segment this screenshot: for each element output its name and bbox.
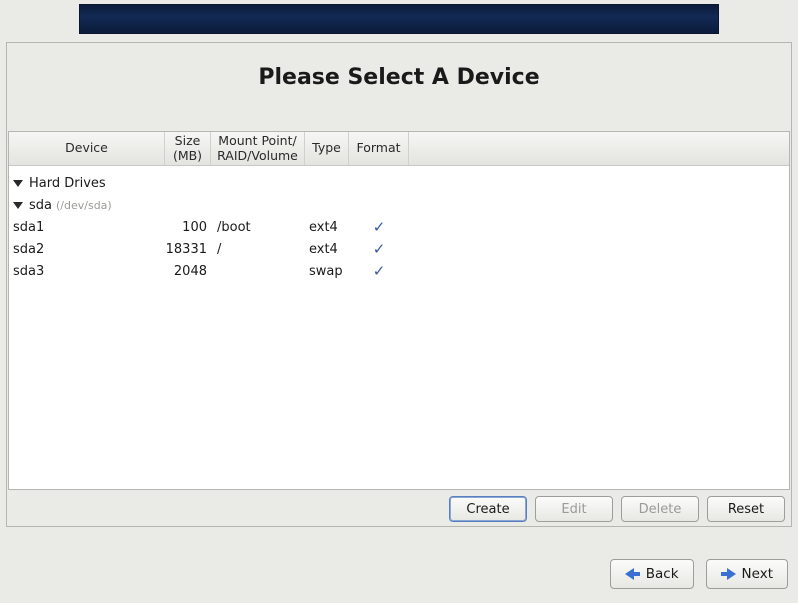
partition-row[interactable]: sda2 18331 / ext4 ✓ xyxy=(9,238,789,260)
partition-type: ext4 xyxy=(305,220,349,235)
partition-name: sda3 xyxy=(13,264,44,279)
col-mount[interactable]: Mount Point/ RAID/Volume xyxy=(211,132,305,165)
disk-row-sda[interactable]: sda (/dev/sda) xyxy=(9,194,789,216)
col-format[interactable]: Format xyxy=(349,132,409,165)
format-check-icon: ✓ xyxy=(349,240,409,258)
group-row-hard-drives[interactable]: Hard Drives xyxy=(9,172,789,194)
partition-size: 100 xyxy=(165,220,211,235)
device-panel: Please Select A Device Device Size (MB) … xyxy=(6,42,792,527)
nav-buttons: Back Next xyxy=(610,559,788,589)
format-check-icon: ✓ xyxy=(349,218,409,236)
create-button[interactable]: Create xyxy=(449,496,527,522)
delete-button: Delete xyxy=(621,496,699,522)
edit-button: Edit xyxy=(535,496,613,522)
partition-size: 18331 xyxy=(165,242,211,257)
expander-icon[interactable] xyxy=(13,180,23,187)
partition-type: swap xyxy=(305,264,349,279)
partition-mount: /boot xyxy=(211,220,305,235)
partition-name: sda1 xyxy=(13,220,44,235)
partition-mount: / xyxy=(211,242,305,257)
header-banner xyxy=(79,4,719,34)
col-type[interactable]: Type xyxy=(305,132,349,165)
page-title: Please Select A Device xyxy=(7,43,791,108)
table-body: Hard Drives sda (/dev/sda) sda1 100 /boo… xyxy=(9,166,789,282)
arrow-left-icon xyxy=(625,568,640,580)
partition-row[interactable]: sda1 100 /boot ext4 ✓ xyxy=(9,216,789,238)
table-header: Device Size (MB) Mount Point/ RAID/Volum… xyxy=(9,132,789,166)
partition-name: sda2 xyxy=(13,242,44,257)
format-check-icon: ✓ xyxy=(349,262,409,280)
next-label: Next xyxy=(742,566,773,582)
disk-path: (/dev/sda) xyxy=(56,199,112,212)
partition-size: 2048 xyxy=(165,264,211,279)
col-device[interactable]: Device xyxy=(9,132,165,165)
device-table: Device Size (MB) Mount Point/ RAID/Volum… xyxy=(8,131,790,490)
back-label: Back xyxy=(646,566,679,582)
arrow-right-icon xyxy=(721,568,736,580)
partition-type: ext4 xyxy=(305,242,349,257)
next-button[interactable]: Next xyxy=(706,559,788,589)
partition-row[interactable]: sda3 2048 swap ✓ xyxy=(9,260,789,282)
col-size[interactable]: Size (MB) xyxy=(165,132,211,165)
reset-button[interactable]: Reset xyxy=(707,496,785,522)
expander-icon[interactable] xyxy=(13,202,23,209)
group-label: Hard Drives xyxy=(29,176,106,191)
action-buttons: Create Edit Delete Reset xyxy=(7,496,785,522)
disk-name: sda xyxy=(29,198,52,213)
back-button[interactable]: Back xyxy=(610,559,694,589)
